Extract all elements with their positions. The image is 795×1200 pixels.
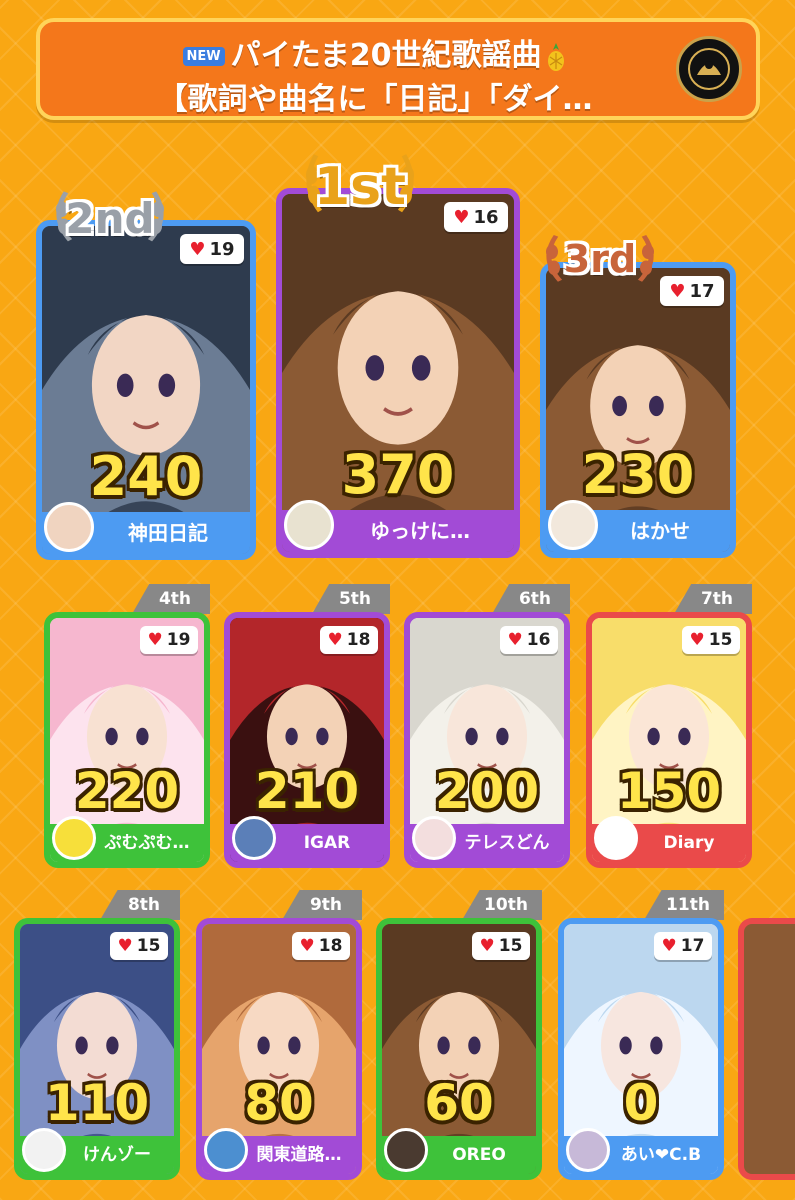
like-count-badge[interactable]: ♥ 18 xyxy=(292,932,350,960)
ranking-card[interactable]: 110 けんゾー ♥ 15 xyxy=(14,918,180,1180)
ranking-card[interactable]: 0 あい❤C.B ♥ 17 xyxy=(558,918,724,1180)
score-value: 150 xyxy=(616,762,722,820)
user-avatar[interactable] xyxy=(412,816,456,860)
score-value: 240 xyxy=(89,445,203,508)
like-count-badge[interactable]: ♥ 19 xyxy=(180,234,244,264)
ranking-card[interactable]: 150 Diary ♥ 15 xyxy=(586,612,752,868)
rank-laurel-badge: 1st xyxy=(290,148,430,220)
like-count-badge[interactable]: ♥ 16 xyxy=(444,202,508,232)
like-count: 18 xyxy=(318,936,343,956)
banner-title-line2: 【歌詞や曲名に「日記」「ダイ… xyxy=(157,82,593,117)
user-avatar[interactable] xyxy=(566,1128,610,1172)
pineapple-icon xyxy=(548,42,565,71)
rank-tab: 4th xyxy=(132,584,210,614)
user-avatar[interactable] xyxy=(548,500,598,550)
ranking-card[interactable]: 240 神田日記 ♥ 19 xyxy=(36,220,256,560)
score-value: 200 xyxy=(434,762,540,820)
rank-laurel-badge: 2nd xyxy=(40,186,180,248)
ranking-card[interactable]: 230 はかせ ♥ 17 xyxy=(540,262,736,558)
rank-tab: 10th xyxy=(462,890,542,920)
like-count: 17 xyxy=(680,936,705,956)
rank-laurel-badge: 3rd xyxy=(530,230,670,288)
score-value: 60 xyxy=(424,1074,494,1132)
user-avatar[interactable] xyxy=(204,1128,248,1172)
user-avatar[interactable] xyxy=(52,816,96,860)
heart-icon: ♥ xyxy=(299,936,315,956)
rank-tab: 5th xyxy=(312,584,390,614)
heart-icon: ♥ xyxy=(507,630,523,650)
heart-icon: ♥ xyxy=(453,206,470,228)
playlist-banner[interactable]: NEW パイたま20世紀歌謡曲 【歌詞や曲名に「日記」「ダイ… xyxy=(36,18,760,120)
score-value: 230 xyxy=(581,443,695,506)
like-count-badge[interactable]: ♥ 15 xyxy=(682,626,740,654)
rank-tab: 6th xyxy=(492,584,570,614)
crest-logo-icon xyxy=(676,36,742,102)
like-count: 19 xyxy=(166,630,191,650)
heart-icon: ♥ xyxy=(661,936,677,956)
ranking-card[interactable]: 210 IGAR ♥ 18 xyxy=(224,612,390,868)
rank-label: 1st xyxy=(314,157,406,218)
new-badge: NEW xyxy=(182,47,225,66)
like-count: 16 xyxy=(473,206,499,228)
like-count: 17 xyxy=(689,280,715,302)
user-avatar[interactable] xyxy=(44,502,94,552)
rank-tab: 8th xyxy=(100,890,180,920)
like-count: 16 xyxy=(526,630,551,650)
like-count-badge[interactable]: ♥ 16 xyxy=(500,626,558,654)
rank-label: 3rd xyxy=(563,236,637,281)
heart-icon: ♥ xyxy=(669,280,686,302)
rank-tab: 9th xyxy=(282,890,362,920)
user-avatar[interactable] xyxy=(232,816,276,860)
user-avatar[interactable] xyxy=(284,500,334,550)
banner-title-line1: NEW パイたま20世紀歌謡曲 xyxy=(80,30,670,74)
score-value: 110 xyxy=(44,1074,150,1132)
ranking-card[interactable]: 220 ぷむぷむ… ♥ 19 xyxy=(44,612,210,868)
score-value: 210 xyxy=(254,762,360,820)
like-count: 15 xyxy=(498,936,523,956)
like-count-badge[interactable]: ♥ 18 xyxy=(320,626,378,654)
user-avatar[interactable] xyxy=(384,1128,428,1172)
user-avatar[interactable] xyxy=(22,1128,66,1172)
rank-label: 2nd xyxy=(65,193,155,243)
ranking-card[interactable]: 200 テレスどん ♥ 16 xyxy=(404,612,570,868)
ranking-card-partial[interactable] xyxy=(738,918,795,1180)
heart-icon: ♥ xyxy=(479,936,495,956)
like-count: 15 xyxy=(708,630,733,650)
like-count-badge[interactable]: ♥ 17 xyxy=(654,932,712,960)
score-value: 0 xyxy=(623,1074,659,1132)
score-value: 80 xyxy=(244,1074,314,1132)
heart-icon: ♥ xyxy=(689,630,705,650)
score-value: 220 xyxy=(74,762,180,820)
ranking-card[interactable]: 370 ゆっけに… ♥ 16 xyxy=(276,188,520,558)
score-value: 370 xyxy=(341,443,455,506)
heart-icon: ♥ xyxy=(327,630,343,650)
like-count: 15 xyxy=(136,936,161,956)
like-count: 19 xyxy=(209,238,235,260)
ranking-card[interactable]: 60 OREO ♥ 15 xyxy=(376,918,542,1180)
heart-icon: ♥ xyxy=(189,238,206,260)
heart-icon: ♥ xyxy=(117,936,133,956)
banner-title-text1: パイたま20世紀歌謡曲 xyxy=(230,38,542,73)
rank-tab: 7th xyxy=(674,584,752,614)
user-avatar[interactable] xyxy=(594,816,638,860)
like-count-badge[interactable]: ♥ 19 xyxy=(140,626,198,654)
like-count: 18 xyxy=(346,630,371,650)
heart-icon: ♥ xyxy=(147,630,163,650)
rank-tab: 11th xyxy=(644,890,724,920)
like-count-badge[interactable]: ♥ 15 xyxy=(110,932,168,960)
ranking-card[interactable]: 80 関東道路… ♥ 18 xyxy=(196,918,362,1180)
like-count-badge[interactable]: ♥ 15 xyxy=(472,932,530,960)
